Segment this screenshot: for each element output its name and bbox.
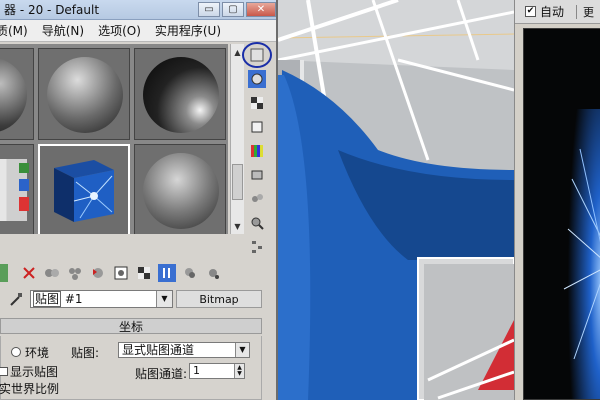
sample-uv-tiling-icon[interactable] bbox=[248, 118, 266, 136]
options-icon[interactable] bbox=[248, 190, 266, 208]
rollout-header[interactable]: 坐标 bbox=[0, 318, 262, 334]
show-map-checkbox[interactable] bbox=[0, 367, 8, 376]
make-unique-icon[interactable] bbox=[135, 264, 153, 282]
select-by-material-icon[interactable] bbox=[248, 214, 266, 232]
map-name-prefix: 贴图 bbox=[33, 291, 62, 307]
mapping-value: 显式贴图通道 bbox=[122, 343, 195, 357]
right-toolbar-extra[interactable]: 更 bbox=[583, 4, 594, 20]
spinner-arrows-icon[interactable]: ▲ ▼ bbox=[234, 364, 244, 378]
maximize-button[interactable]: ▢ bbox=[222, 2, 244, 17]
sample-slot[interactable] bbox=[38, 48, 130, 140]
map-channel-spinner[interactable]: 1 ▲ ▼ bbox=[189, 363, 245, 379]
minimize-button[interactable]: ▭ bbox=[198, 2, 220, 17]
video-color-check-icon[interactable] bbox=[248, 142, 266, 160]
material-editor-window: 器 - 20 - Default ▭ ▢ ✕ 质(M) 导航(N) 选项(O) … bbox=[0, 0, 278, 400]
menu-material[interactable]: 质(M) bbox=[0, 22, 28, 39]
sample-slot[interactable] bbox=[0, 144, 34, 234]
side-toolbar bbox=[242, 42, 274, 256]
sample-slot-active[interactable] bbox=[38, 144, 130, 234]
map-name-row: 贴图 #1 ▼ Bitmap bbox=[0, 288, 276, 310]
render-preview bbox=[523, 28, 600, 400]
menu-utilities[interactable]: 实用程序(U) bbox=[155, 22, 221, 39]
chevron-down-icon[interactable]: ▼ bbox=[235, 343, 249, 357]
close-button[interactable]: ✕ bbox=[246, 2, 276, 17]
auto-checkbox[interactable]: ✔ bbox=[525, 6, 536, 17]
right-toolbar: ✔ 自动 更 bbox=[515, 0, 600, 24]
make-preview-icon[interactable] bbox=[248, 166, 266, 184]
copy-material-icon[interactable] bbox=[112, 264, 130, 282]
preview-image bbox=[563, 109, 600, 399]
sample-slot[interactable] bbox=[0, 48, 34, 140]
material-sphere bbox=[143, 57, 219, 133]
map-name-value: #1 bbox=[64, 292, 83, 306]
viewport-scene bbox=[278, 0, 514, 400]
menu-navigation[interactable]: 导航(N) bbox=[42, 22, 84, 39]
slot-scrollbar[interactable]: ▲ ▼ bbox=[230, 44, 244, 234]
swatch-green bbox=[19, 163, 29, 173]
material-sphere bbox=[47, 57, 123, 133]
map-name-field[interactable]: 贴图 #1 ▼ bbox=[30, 290, 173, 308]
sample-slots bbox=[0, 44, 228, 234]
backlight-icon[interactable] bbox=[248, 70, 266, 88]
show-map-label: 显示贴图 bbox=[0, 363, 58, 380]
sample-slot[interactable] bbox=[134, 48, 226, 140]
show-map-in-viewport-icon[interactable] bbox=[158, 264, 176, 282]
environment-label: 环境 bbox=[25, 346, 50, 360]
mapping-select[interactable]: 显式贴图通道 ▼ bbox=[118, 342, 250, 358]
swatch-red bbox=[19, 197, 29, 211]
reset-map-icon[interactable] bbox=[89, 264, 107, 282]
map-channel-label: 贴图通道: bbox=[135, 367, 188, 381]
chevron-down-icon[interactable]: ▼ bbox=[156, 291, 172, 307]
viewport[interactable] bbox=[278, 0, 514, 400]
sample-slot[interactable] bbox=[134, 144, 226, 234]
bitmap-cube bbox=[40, 146, 128, 234]
toolbar-separator bbox=[576, 4, 578, 19]
swatch-blue bbox=[19, 179, 29, 191]
map-channel-value: 1 bbox=[193, 364, 200, 377]
go-to-parent-icon[interactable] bbox=[204, 264, 222, 282]
scroll-thumb[interactable] bbox=[232, 164, 243, 200]
material-map-navigator-icon[interactable] bbox=[248, 238, 266, 256]
coordinates-rollout: 环境 贴图: 显式贴图通道 ▼ 贴图通道: 1 ▲ ▼ 显示贴图 实世界比例 bbox=[0, 336, 262, 400]
put-to-scene-icon[interactable] bbox=[43, 264, 61, 282]
assign-material-icon[interactable] bbox=[66, 264, 84, 282]
menu-bar: 质(M) 导航(N) 选项(O) 实用程序(U) bbox=[0, 20, 276, 42]
menu-options[interactable]: 选项(O) bbox=[98, 22, 141, 39]
environment-radio[interactable] bbox=[11, 347, 21, 357]
real-world-label: 实世界比例 bbox=[0, 382, 60, 396]
eyedropper-icon[interactable] bbox=[8, 291, 24, 310]
material-sphere bbox=[143, 153, 219, 229]
close-icon[interactable] bbox=[20, 264, 38, 282]
show-end-result-icon[interactable] bbox=[181, 264, 199, 282]
background-icon[interactable] bbox=[248, 94, 266, 112]
map-label: 贴图: bbox=[71, 346, 100, 360]
show-map-text: 显示贴图 bbox=[10, 365, 59, 379]
map-type-button[interactable]: Bitmap bbox=[176, 290, 262, 308]
get-material-icon[interactable] bbox=[0, 264, 8, 282]
title-bar[interactable]: 器 - 20 - Default ▭ ▢ ✕ bbox=[0, 0, 276, 20]
material-sphere bbox=[0, 57, 27, 133]
window-title: 器 - 20 - Default bbox=[4, 3, 100, 17]
material-toolbar bbox=[0, 262, 276, 284]
annotation-circle bbox=[242, 42, 272, 68]
scroll-down-icon[interactable]: ▼ bbox=[232, 220, 243, 232]
auto-label: 自动 bbox=[540, 5, 565, 19]
right-panel: ✔ 自动 更 bbox=[514, 0, 600, 400]
